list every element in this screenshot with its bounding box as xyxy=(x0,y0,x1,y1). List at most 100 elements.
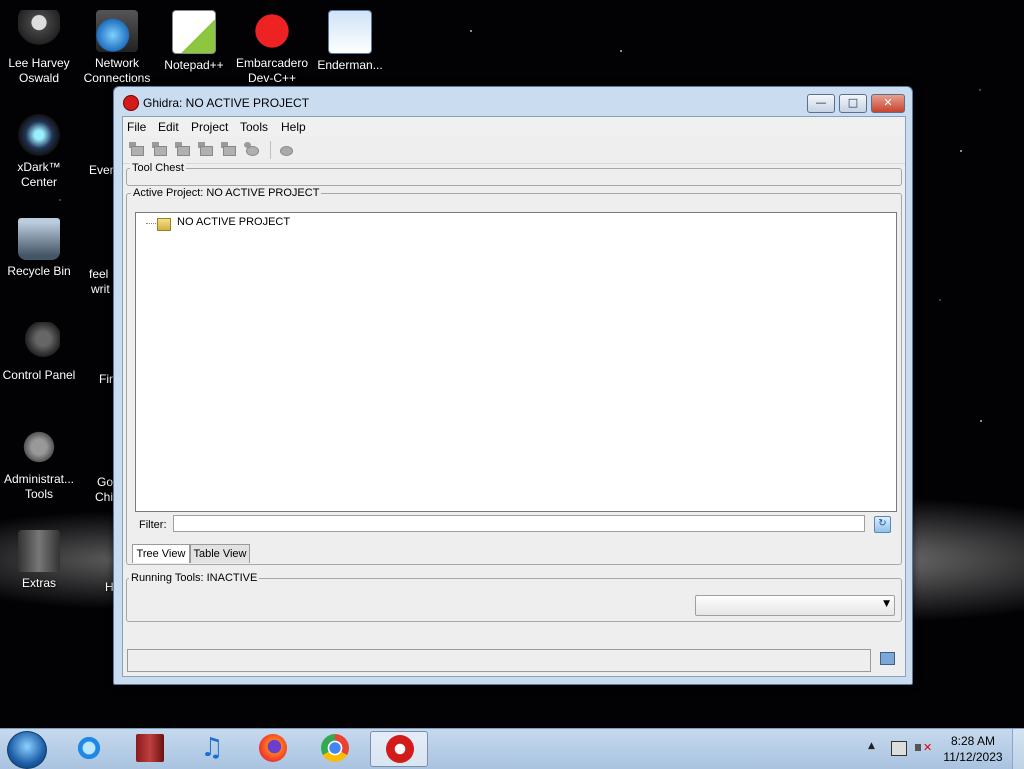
recycle-bin-icon xyxy=(18,218,60,260)
menu-tools[interactable]: Tools xyxy=(240,120,268,134)
start-button[interactable] xyxy=(7,731,47,769)
music-icon: ♫ xyxy=(200,733,224,763)
desktop-icon-notepad-plus-plus[interactable]: Notepad++ xyxy=(156,10,232,73)
desktop-icon-enderman[interactable]: Enderman... xyxy=(312,10,388,73)
desktop-icon-label: xDark™ Center xyxy=(17,160,61,189)
network-tray-icon[interactable] xyxy=(891,741,907,756)
star xyxy=(620,50,622,52)
chrome-icon xyxy=(321,734,349,762)
desktop-icon-label: Control Panel xyxy=(2,368,76,382)
partial-icon-label[interactable]: Ever xyxy=(89,163,114,177)
status-bar xyxy=(127,649,871,672)
archive-icon xyxy=(136,734,164,762)
partial-icon-label[interactable]: Go xyxy=(97,475,113,489)
toolbar-separator xyxy=(270,141,271,159)
minimize-button[interactable]: — xyxy=(807,94,835,113)
partial-icon-label[interactable]: Fir xyxy=(99,372,113,386)
desktop-icon-label: Embarcadero Dev-C++ xyxy=(235,56,309,85)
tab-tree-view[interactable]: Tree View xyxy=(132,544,190,563)
tool-chest-label: Tool Chest xyxy=(130,162,186,174)
desktop-icon-embarcadero-devcpp[interactable]: Embarcadero Dev-C++ xyxy=(234,10,310,86)
taskbar-chrome[interactable] xyxy=(310,731,360,767)
save-project-tool-icon[interactable] xyxy=(198,142,214,157)
notepad-icon xyxy=(172,10,216,54)
extras-folder-icon xyxy=(18,530,60,572)
star xyxy=(470,30,472,32)
filter-label: Filter: xyxy=(139,519,167,531)
desktop-icon-lee-harvey-oswald[interactable]: Lee Harvey Oswald xyxy=(1,10,77,86)
user-figure-icon xyxy=(18,10,60,52)
desktop-icon-network-connections[interactable]: Network Connections xyxy=(79,10,155,86)
program-window-icon xyxy=(328,10,372,54)
desktop-icon-xdark-center[interactable]: xDark™ Center xyxy=(1,114,77,190)
admin-tools-icon xyxy=(18,426,60,468)
desktop-icon-recycle-bin[interactable]: Recycle Bin xyxy=(1,218,77,279)
desktop-icon-administrative-tools[interactable]: Administrat... Tools xyxy=(1,426,77,502)
taskbar-ghidra[interactable] xyxy=(370,731,428,767)
open-project-tool-icon[interactable] xyxy=(152,142,168,157)
window-titlebar[interactable]: Ghidra: NO ACTIVE PROJECT — □ ✕ xyxy=(114,87,912,117)
control-panel-icon xyxy=(18,322,60,364)
maximize-button[interactable]: □ xyxy=(839,94,867,113)
firefox-icon xyxy=(259,734,287,762)
new-project-tool-icon[interactable] xyxy=(129,142,145,157)
menu-file[interactable]: File xyxy=(127,120,146,134)
taskbar: ♫ ▲ ✕ 8:28 AM 11/12/2023 xyxy=(0,728,1024,769)
running-tools-panel: Running Tools: INACTIVE ▼ xyxy=(126,572,902,622)
desktop-icon-label: Administrat... Tools xyxy=(3,472,75,501)
tree-connector-line xyxy=(146,223,156,224)
menu-bar: File Edit Project Tools Help xyxy=(123,117,905,137)
ghidra-logo-icon xyxy=(123,95,139,111)
desktop-icon-label: Network Connections xyxy=(83,56,151,85)
desktop-icon-label: Lee Harvey Oswald xyxy=(8,56,70,85)
window-title: Ghidra: NO ACTIVE PROJECT xyxy=(143,96,310,110)
window-client-area: File Edit Project Tools Help Tool Chest … xyxy=(122,116,906,677)
taskbar-archive[interactable] xyxy=(125,731,175,767)
devcpp-icon xyxy=(251,10,293,52)
tab-table-view[interactable]: Table View xyxy=(190,544,250,563)
star xyxy=(960,150,962,152)
close-project-tool-icon[interactable] xyxy=(175,142,191,157)
ie-icon xyxy=(75,734,103,762)
menu-help[interactable]: Help xyxy=(281,120,306,134)
tree-node-root[interactable]: NO ACTIVE PROJECT xyxy=(177,216,290,228)
show-desktop-button[interactable] xyxy=(1012,729,1024,769)
menu-edit[interactable]: Edit xyxy=(158,120,179,134)
partial-icon-label[interactable]: feel xyxy=(89,267,108,281)
chevron-down-icon: ▼ xyxy=(883,599,890,609)
refresh-icon[interactable] xyxy=(278,142,294,157)
menu-project[interactable]: Project xyxy=(191,120,228,134)
delete-project-tool-icon[interactable] xyxy=(221,142,237,157)
taskbar-music[interactable]: ♫ xyxy=(187,731,237,767)
clock-time[interactable]: 8:28 AM xyxy=(940,734,1006,748)
toolbar xyxy=(123,137,905,164)
desktop-icon-extras[interactable]: Extras xyxy=(1,530,77,591)
filter-clear-icon[interactable]: ↻ xyxy=(874,516,891,533)
network-globe-icon xyxy=(96,10,138,52)
show-hidden-icons-button[interactable]: ▲ xyxy=(868,741,875,751)
console-monitor-icon[interactable] xyxy=(880,652,895,665)
volume-muted-tray-icon[interactable]: ✕ xyxy=(915,741,932,754)
desktop-icon-control-panel[interactable]: Control Panel xyxy=(1,322,77,383)
star xyxy=(980,420,982,422)
active-project-label: Active Project: NO ACTIVE PROJECT xyxy=(131,187,322,199)
folder-icon xyxy=(157,218,171,231)
xdark-orb-icon xyxy=(18,114,60,156)
filter-input[interactable] xyxy=(173,515,865,532)
partial-icon-label[interactable]: Chi xyxy=(95,490,113,504)
partial-icon-label[interactable]: writ xyxy=(91,282,110,296)
desktop-icon-label: Recycle Bin xyxy=(7,264,71,278)
desktop-icon-label: Extras xyxy=(21,576,56,590)
clock-date[interactable]: 11/12/2023 xyxy=(940,750,1006,764)
running-tools-dropdown[interactable]: ▼ xyxy=(695,595,895,616)
running-tools-label: Running Tools: INACTIVE xyxy=(129,572,260,584)
active-project-panel: Active Project: NO ACTIVE PROJECT NO ACT… xyxy=(126,187,902,565)
taskbar-firefox[interactable] xyxy=(248,731,298,767)
link-tool-icon[interactable] xyxy=(244,142,260,157)
ghidra-icon xyxy=(386,735,414,763)
project-tree[interactable]: NO ACTIVE PROJECT xyxy=(135,212,897,512)
close-button[interactable]: ✕ xyxy=(871,94,905,113)
desktop-icon-label: Enderman... xyxy=(317,58,383,72)
ghidra-window[interactable]: Ghidra: NO ACTIVE PROJECT — □ ✕ File Edi… xyxy=(113,86,913,685)
taskbar-ie[interactable] xyxy=(64,731,114,767)
